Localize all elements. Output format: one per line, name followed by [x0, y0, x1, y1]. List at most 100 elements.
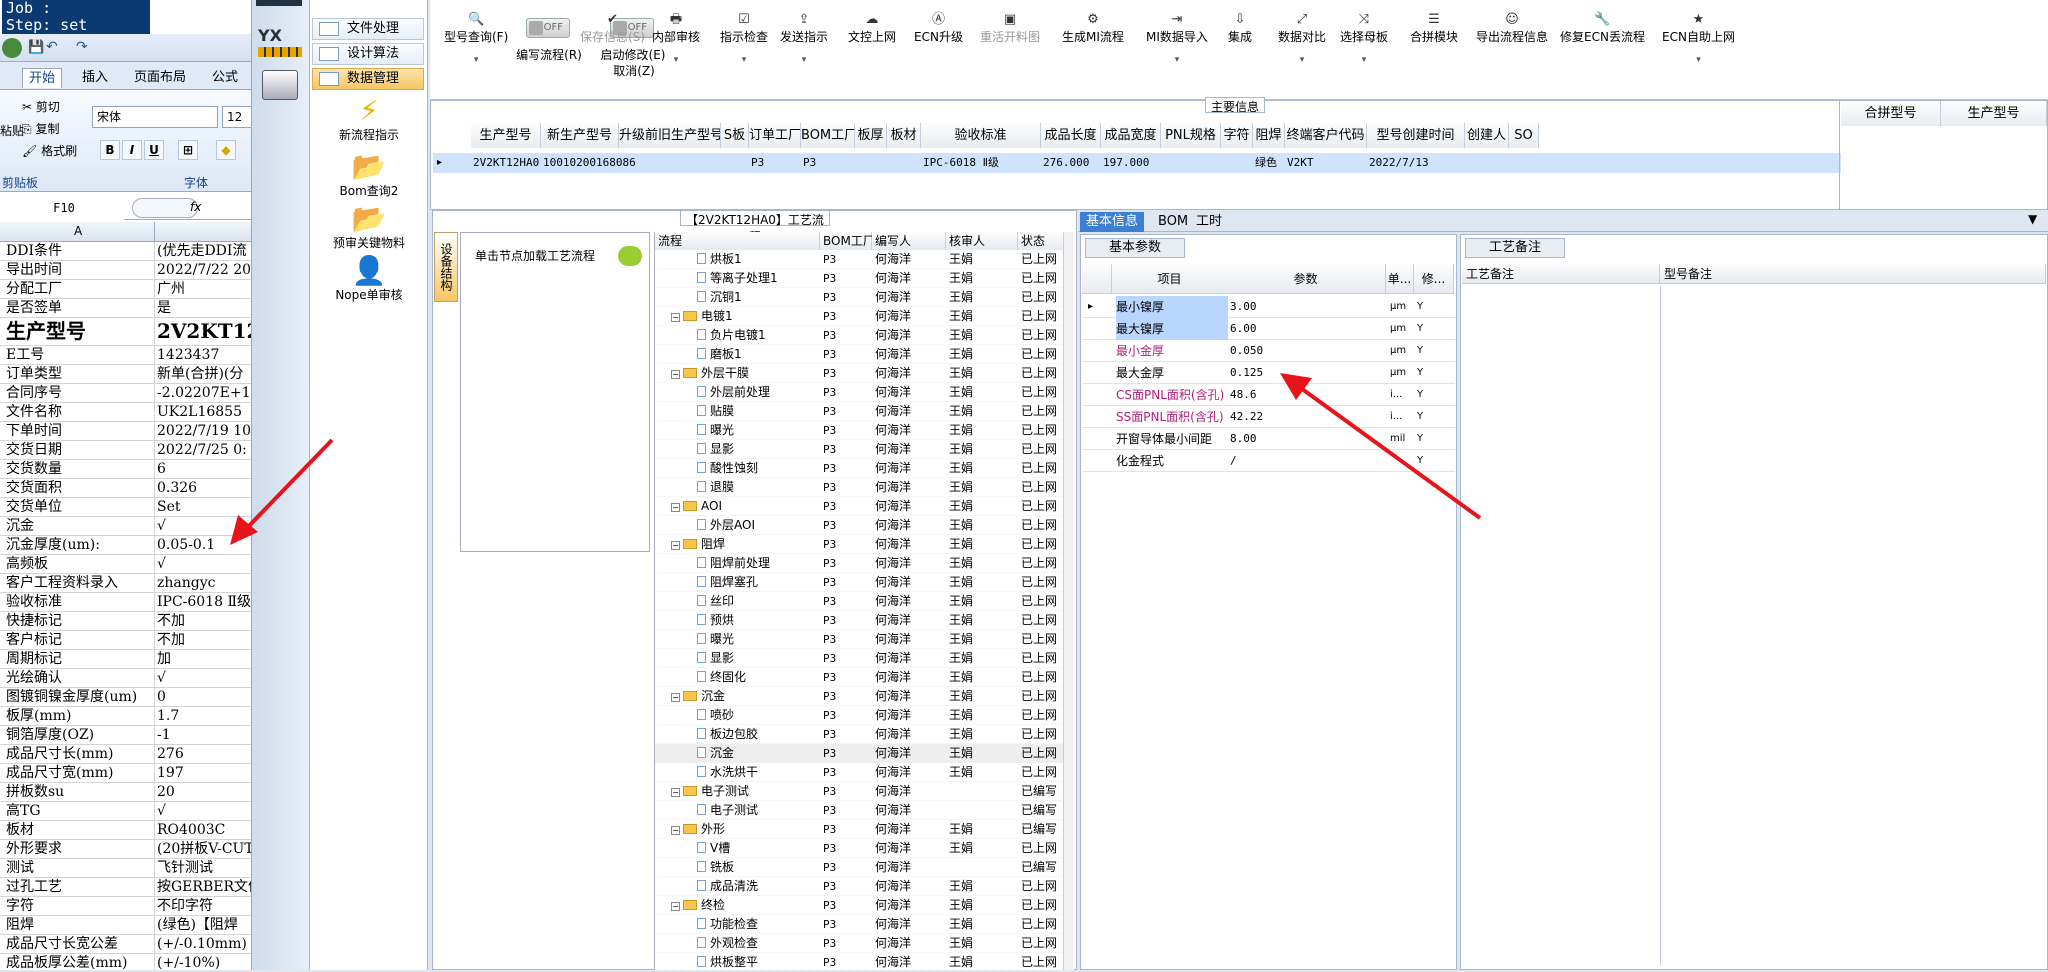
process-row[interactable]: − 电镀1 P3 何海洋 王娟 已上网 — [655, 307, 1070, 326]
process-row[interactable]: 电子测试 P3 何海洋 已编写 — [655, 801, 1070, 820]
process-row[interactable]: 阻焊塞孔 P3 何海洋 王娟 已上网 — [655, 573, 1070, 592]
process-row[interactable]: 酸性蚀刻 P3 何海洋 王娟 已上网 — [655, 459, 1070, 478]
basic-header[interactable]: 参数 — [1226, 264, 1386, 294]
toolbar-button-17[interactable]: 🔧 修复ECN丢流程 — [1560, 12, 1645, 45]
process-row[interactable]: 曝光 P3 何海洋 王娟 已上网 — [655, 630, 1070, 649]
param-value[interactable]: 0.125 — [1230, 362, 1263, 384]
toolbar-button-9[interactable]: ▣ 重活开料图 — [980, 12, 1040, 45]
calculator-icon[interactable] — [262, 70, 298, 100]
sheet-cell-key[interactable]: 沉金厚度(um): — [6, 536, 152, 554]
cut-button[interactable]: ✂ 剪切 — [22, 98, 60, 115]
main-info-cell[interactable] — [1467, 153, 1511, 173]
main-info-cell[interactable] — [621, 153, 723, 173]
tab-formulas[interactable]: 公式 — [206, 68, 244, 88]
sheet-cell-value[interactable]: Set — [154, 498, 251, 516]
sheet-cell-value[interactable]: RO4003C — [154, 821, 251, 839]
italic-button[interactable]: I — [122, 140, 142, 160]
toolbar-button-14[interactable]: ⤨ 选择母板 ▾ — [1340, 12, 1388, 65]
sheet-cell-value[interactable]: √ — [154, 802, 251, 820]
tab-hours[interactable]: 工时 — [1190, 212, 1228, 232]
sheet-cell-key[interactable]: 交货单位 — [6, 498, 152, 516]
sheet-cell-key[interactable]: 拼板数su — [6, 783, 152, 801]
main-info-header[interactable]: 成品宽度 — [1101, 123, 1161, 148]
process-header[interactable]: 流程 — [655, 232, 820, 250]
process-row[interactable]: 显影 P3 何海洋 王娟 已上网 — [655, 649, 1070, 668]
tool-nope-review[interactable]: 👤 Nope单审核 — [310, 256, 428, 303]
sheet-cell-key[interactable]: 客户工程资料录入 — [6, 574, 152, 592]
sheet-cell-value[interactable]: 不加 — [154, 612, 251, 630]
basic-param-row[interactable]: CS面PNL面积(含孔) 48.6 i... Y — [1082, 384, 1455, 406]
param-value[interactable]: 42.22 — [1230, 406, 1263, 428]
main-info-header[interactable]: BOM工厂 — [801, 123, 855, 148]
param-value[interactable]: 6.00 — [1230, 318, 1257, 340]
toolbar-button-4[interactable]: 🖶 内部审核 ▾ — [652, 12, 700, 65]
nav-design-algorithm[interactable]: 设计算法 — [312, 43, 424, 65]
toolbar-button-0[interactable]: 🔍 型号查询(F) ▾ — [444, 12, 508, 65]
tool-bom-query[interactable]: 📂 Bom查询2 — [310, 152, 428, 199]
sheet-cell-value[interactable]: √ — [154, 669, 251, 687]
sheet-cell-value[interactable]: 不印字符 — [154, 897, 251, 915]
sheet-cell-value[interactable]: 2022/7/19 10 — [154, 422, 251, 440]
sheet-cell-key[interactable]: 成品板厚公差(mm) — [6, 954, 152, 970]
main-info-cell[interactable] — [857, 153, 889, 173]
sheet-cell-value[interactable]: (优先走DDI流 — [154, 242, 251, 260]
sheet-cell-value[interactable]: √ — [154, 555, 251, 573]
process-row[interactable]: 铣板 P3 何海洋 已编写 — [655, 858, 1070, 877]
toolbar-button-3[interactable]: ✔ 保存信息(S) — [580, 12, 645, 45]
process-row[interactable]: 退膜 P3 何海洋 王娟 已上网 — [655, 478, 1070, 497]
sheet-cell-key[interactable]: 交货数量 — [6, 460, 152, 478]
sheet-cell-value[interactable]: 飞针测试 — [154, 859, 251, 877]
sheet-cell-value[interactable]: 是 — [154, 299, 251, 317]
process-row[interactable]: 水洗烘干 P3 何海洋 王娟 已上网 — [655, 763, 1070, 782]
sheet-cell-value[interactable]: 广州 — [154, 280, 251, 298]
basic-param-row[interactable]: SS面PNL面积(含孔) 42.22 i... Y — [1082, 406, 1455, 428]
sheet-cell-value[interactable]: 1423437 — [154, 346, 251, 364]
process-row[interactable]: − 电子测试 P3 何海洋 已编写 — [655, 782, 1070, 801]
collapse-icon[interactable]: − — [671, 693, 680, 702]
toolbar-button-10[interactable]: ⚙ 生成MI流程 — [1062, 12, 1124, 45]
yx-logo[interactable]: YX — [258, 26, 302, 60]
main-info-header[interactable]: 升级前旧生产型号 — [619, 123, 721, 148]
process-row[interactable]: 曝光 P3 何海洋 王娟 已上网 — [655, 421, 1070, 440]
process-row[interactable]: 沉铜1 P3 何海洋 王娟 已上网 — [655, 288, 1070, 307]
toolbar-button-8[interactable]: Ⓐ ECN升级 — [914, 12, 963, 45]
sheet-cell-value[interactable]: 不加 — [154, 631, 251, 649]
sheet-cell-value[interactable]: √ — [154, 517, 251, 535]
sheet-cell-key[interactable]: 测试 — [6, 859, 152, 877]
sheet-cell-key[interactable]: 阻焊 — [6, 916, 152, 934]
basic-header[interactable]: 修... — [1414, 264, 1454, 294]
sheet-cell-key[interactable]: 沉金 — [6, 517, 152, 535]
sheet-cell-value[interactable]: 276 — [154, 745, 251, 763]
process-row[interactable]: − 外形 P3 何海洋 王娟 已编写 — [655, 820, 1070, 839]
sheet-cell-key[interactable]: 成品尺寸长宽公差 — [6, 935, 152, 953]
comment-bubble-icon[interactable] — [618, 246, 642, 266]
process-row[interactable]: − 外层干膜 P3 何海洋 王娟 已上网 — [655, 364, 1070, 383]
edit-process-toggle[interactable]: OFF — [526, 18, 570, 38]
office-button-icon[interactable] — [2, 38, 22, 58]
main-info-cell[interactable] — [1223, 153, 1255, 173]
basic-header[interactable] — [1082, 264, 1112, 294]
process-row[interactable]: 外层AOI P3 何海洋 王娟 已上网 — [655, 516, 1070, 535]
process-row[interactable]: 等离子处理1 P3 何海洋 王娟 已上网 — [655, 269, 1070, 288]
merge-header[interactable]: 合拼型号 — [1841, 101, 1941, 126]
main-info-cell[interactable]: 197.000 — [1103, 153, 1163, 173]
model-notes-input[interactable] — [1660, 286, 2046, 966]
main-info-cell[interactable]: P3 — [803, 153, 857, 173]
sheet-cell-key[interactable]: 成品尺寸宽(mm) — [6, 764, 152, 782]
collapse-icon[interactable]: − — [671, 902, 680, 911]
process-row[interactable]: 成品清洗 P3 何海洋 王娟 已上网 — [655, 877, 1070, 896]
sheet-cell-key[interactable]: 光绘确认 — [6, 669, 152, 687]
sheet-cell-key[interactable]: 板材 — [6, 821, 152, 839]
sheet-cell-value[interactable]: 2022/7/25 0: — [154, 441, 251, 459]
process-row[interactable]: 沉金 P3 何海洋 王娟 已上网 — [655, 744, 1070, 763]
sheet-cell-value[interactable]: UK2L16855 — [154, 403, 251, 421]
redo-icon[interactable]: ↷ — [76, 39, 88, 55]
tool-new-process[interactable]: ⚡ 新流程指示 — [310, 96, 428, 143]
process-row[interactable]: 功能检查 P3 何海洋 王娟 已上网 — [655, 915, 1070, 934]
basic-param-row[interactable]: 开窗导体最小间距 8.00 mil Y — [1082, 428, 1455, 450]
main-info-header[interactable]: 成品长度 — [1041, 123, 1101, 148]
param-value[interactable]: 3.00 — [1230, 296, 1257, 318]
nav-file-processing[interactable]: 文件处理 — [312, 18, 424, 40]
underline-button[interactable]: U — [144, 140, 164, 160]
sheet-cell-value[interactable]: 按GERBER文件 — [154, 878, 251, 896]
